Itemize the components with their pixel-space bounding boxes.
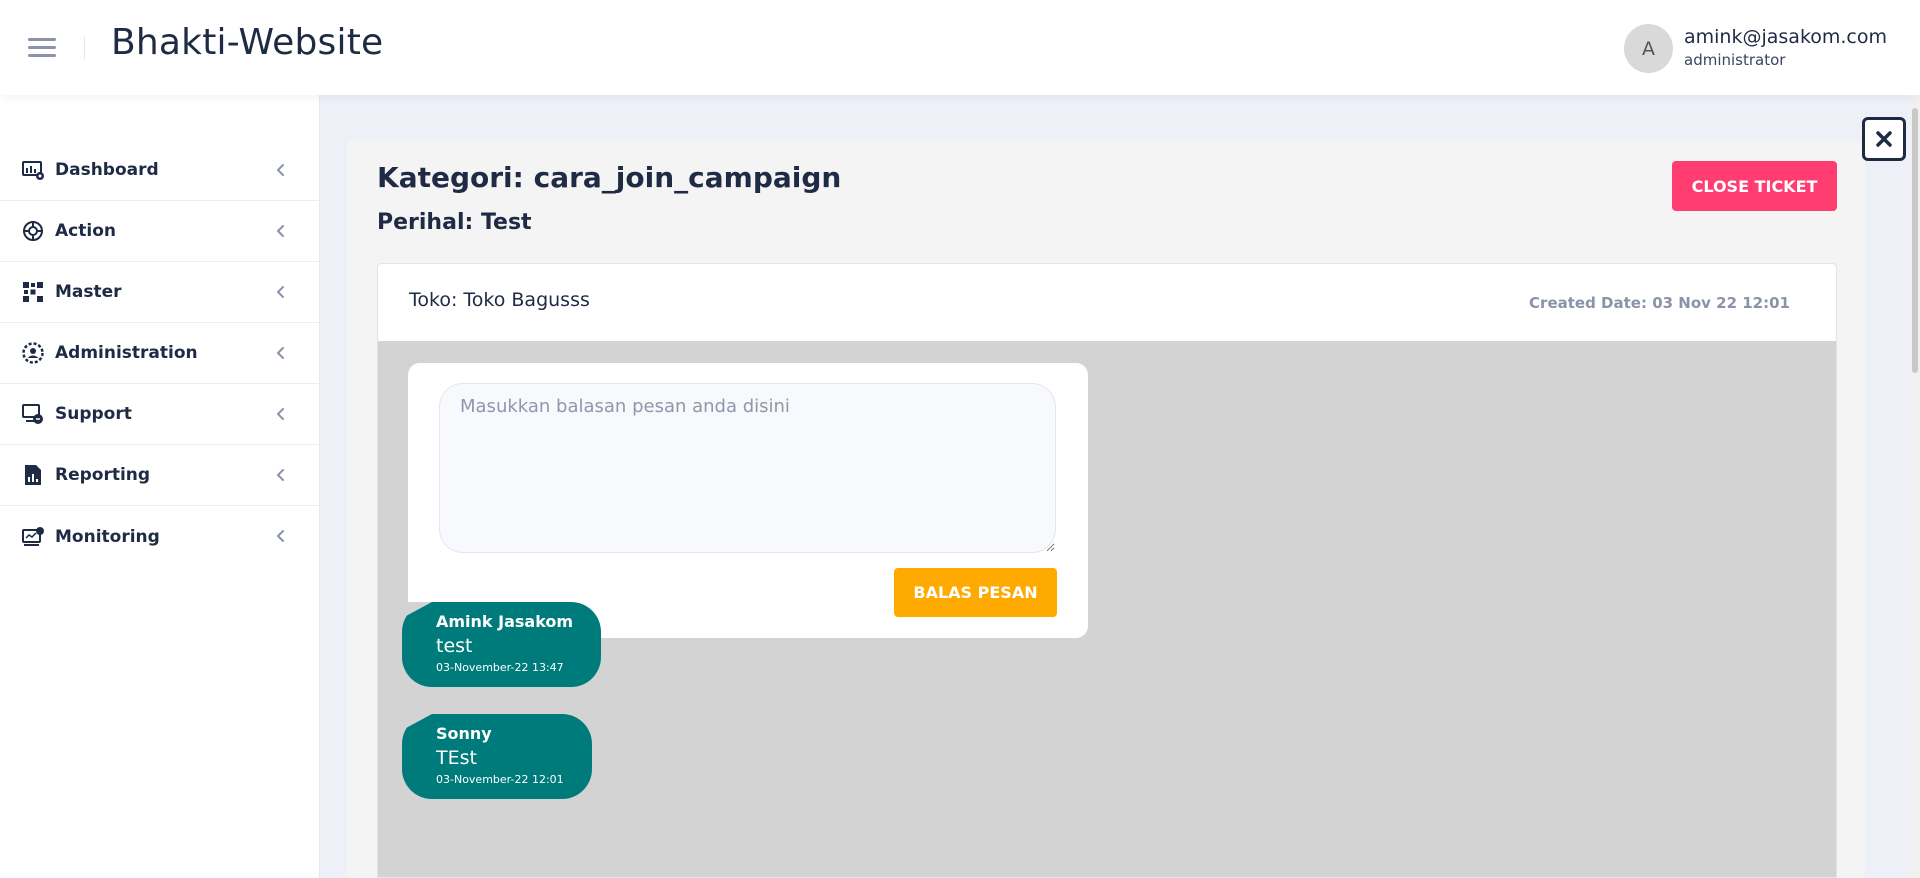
master-icon bbox=[20, 279, 46, 305]
user-email[interactable]: amink@jasakom.com bbox=[1684, 26, 1887, 48]
reply-form: BALAS PESAN bbox=[408, 363, 1088, 638]
chevron-left-icon bbox=[277, 530, 284, 542]
sidebar-item-label: Action bbox=[55, 221, 116, 241]
sidebar-item-action[interactable]: Action bbox=[0, 201, 320, 262]
ticket-card: Kategori: cara_join_campaign Perihal: Te… bbox=[347, 141, 1865, 878]
message-timestamp: 03-November-22 13:47 bbox=[436, 661, 564, 674]
sidebar-item-support[interactable]: Support bbox=[0, 384, 320, 445]
ticket-subject: Perihal: Test bbox=[377, 210, 532, 235]
sidebar-nav: Dashboard Action Master Administration S… bbox=[0, 140, 320, 567]
dashboard-icon bbox=[20, 157, 46, 183]
menu-toggle-icon[interactable] bbox=[28, 38, 56, 58]
sidebar-item-label: Support bbox=[55, 404, 132, 424]
message-bubble: Amink Jasakom test 03-November-22 13:47 bbox=[402, 602, 602, 687]
avatar[interactable]: A bbox=[1624, 24, 1673, 73]
message-text: TEst bbox=[436, 747, 477, 769]
ticket-category: Kategori: cara_join_campaign bbox=[377, 161, 842, 194]
sidebar-item-dashboard[interactable]: Dashboard bbox=[0, 140, 320, 201]
chevron-left-icon bbox=[277, 225, 284, 237]
ticket-conversation-panel: Toko: Toko Bagusss Created Date: 03 Nov … bbox=[377, 263, 1837, 878]
chevron-left-icon bbox=[277, 164, 284, 176]
app-title: Bhakti-Website bbox=[111, 22, 384, 63]
sidebar-item-label: Reporting bbox=[55, 465, 151, 485]
chevron-left-icon bbox=[277, 469, 284, 481]
sidebar-item-reporting[interactable]: Reporting bbox=[0, 445, 320, 506]
support-icon bbox=[20, 401, 46, 427]
sidebar-item-monitoring[interactable]: Monitoring bbox=[0, 506, 320, 567]
ticket-panel-header: Toko: Toko Bagusss Created Date: 03 Nov … bbox=[378, 264, 1836, 341]
chevron-left-icon bbox=[277, 408, 284, 420]
sidebar-item-label: Administration bbox=[55, 343, 198, 363]
sidebar-item-label: Dashboard bbox=[55, 160, 159, 180]
message-text: test bbox=[436, 635, 473, 657]
header-divider bbox=[84, 36, 85, 60]
sidebar: Dashboard Action Master Administration S… bbox=[0, 95, 320, 878]
sidebar-item-label: Monitoring bbox=[55, 526, 160, 547]
created-date: Created Date: 03 Nov 22 12:01 bbox=[1529, 294, 1790, 312]
chevron-left-icon bbox=[277, 286, 284, 298]
message-author: Sonny bbox=[436, 724, 492, 743]
user-role: administrator bbox=[1684, 51, 1786, 69]
top-header: Bhakti-Website A amink@jasakom.com admin… bbox=[0, 0, 1920, 95]
chevron-left-icon bbox=[277, 347, 284, 359]
reply-message-input[interactable] bbox=[439, 383, 1056, 553]
reply-button[interactable]: BALAS PESAN bbox=[894, 568, 1057, 617]
monitoring-icon bbox=[20, 524, 46, 550]
message-author: Amink Jasakom bbox=[436, 612, 574, 631]
message-timestamp: 03-November-22 12:01 bbox=[436, 773, 564, 786]
scrollbar-thumb[interactable] bbox=[1912, 108, 1918, 373]
sidebar-item-master[interactable]: Master bbox=[0, 262, 320, 323]
message-bubble: Sonny TEst 03-November-22 12:01 bbox=[402, 714, 592, 799]
sidebar-item-administration[interactable]: Administration bbox=[0, 323, 320, 384]
reporting-icon bbox=[20, 462, 46, 488]
sidebar-item-label: Master bbox=[55, 282, 122, 302]
administration-icon bbox=[20, 340, 46, 366]
close-icon[interactable] bbox=[1862, 117, 1906, 161]
close-ticket-button[interactable]: CLOSE TICKET bbox=[1672, 161, 1837, 211]
store-name: Toko: Toko Bagusss bbox=[409, 289, 590, 311]
action-icon bbox=[20, 218, 46, 244]
